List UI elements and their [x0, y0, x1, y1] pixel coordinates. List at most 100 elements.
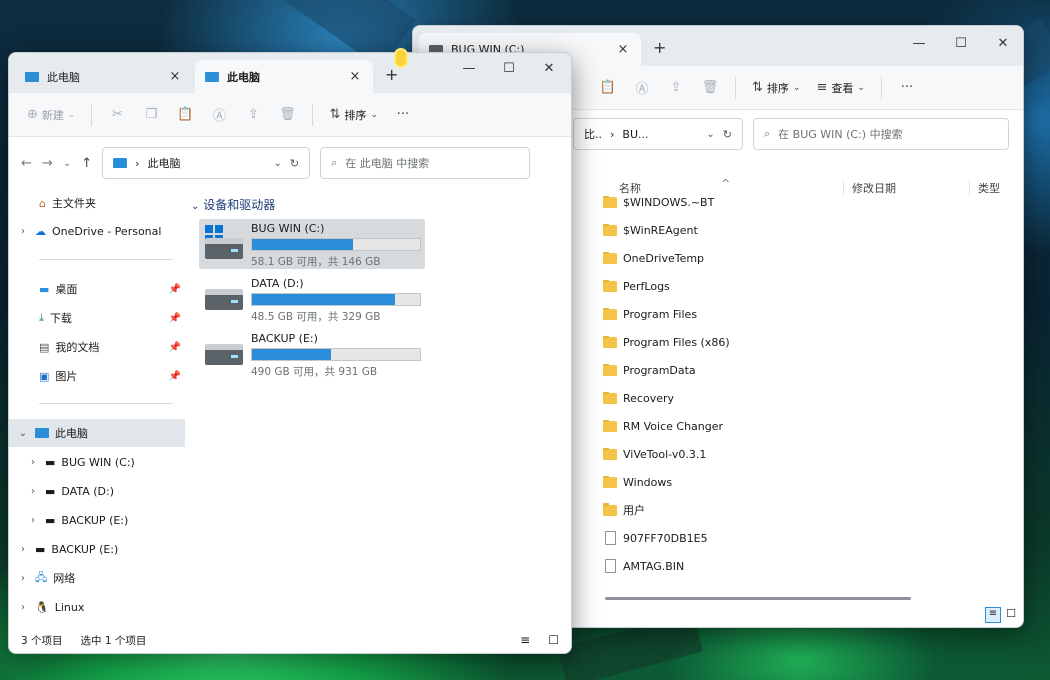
more-button[interactable]: ··· — [388, 100, 418, 130]
more-button[interactable]: ··· — [892, 73, 922, 103]
delete-icon[interactable]: 🗑 — [695, 73, 725, 103]
rename-icon[interactable]: Ⓐ — [204, 100, 234, 130]
file-row[interactable]: $WINDOWS.~BT2022/6/15 19:18文件夹 — [603, 188, 1023, 216]
forward-arrow-icon[interactable]: → — [42, 156, 53, 171]
nav-item-d-drive[interactable]: › ▬ DATA (D:) — [9, 477, 185, 505]
file-row[interactable]: ProgramData2022/9/26 20:52文件夹 — [603, 356, 1023, 384]
file-row[interactable]: RM Voice Changer2022/9/28 10:42文件夹 — [603, 412, 1023, 440]
nav-item-this-pc[interactable]: ⌄ 此电脑 — [9, 419, 185, 447]
explorer-window-this-pc[interactable]: 此电脑 × 此电脑 × + — ☐ ✕ ⊕ 新建 ⌄ ✂ ❐ 📋 Ⓐ ⇪ 🗑 ⇅ 排序… — [8, 52, 572, 654]
maximize-button[interactable]: ☐ — [939, 26, 983, 60]
close-tab-icon[interactable]: × — [615, 42, 631, 57]
pin-icon[interactable]: 📌 — [169, 371, 181, 382]
cloud-icon: ☁ — [35, 224, 46, 238]
horizontal-scrollbar[interactable] — [605, 597, 911, 600]
minimize-button[interactable]: — — [447, 53, 491, 85]
nav-item-e-drive-root[interactable]: › ▬ BACKUP (E:) — [9, 535, 185, 563]
close-window-button[interactable]: ✕ — [527, 53, 571, 85]
up-arrow-icon[interactable]: ↑ — [81, 156, 92, 171]
close-tab-icon[interactable]: × — [347, 69, 363, 84]
nav-item-onedrive[interactable]: › ☁ OneDrive - Personal — [9, 217, 185, 245]
chevron-right-icon[interactable]: › — [27, 457, 39, 468]
tab-label: 此电脑 — [227, 70, 260, 84]
folder-icon — [603, 195, 617, 208]
nav-item-downloads[interactable]: ⤓ 下载 📌 — [9, 304, 185, 332]
chevron-right-icon[interactable]: › — [17, 602, 29, 613]
nav-item-network[interactable]: › 🖧 网络 — [9, 564, 185, 592]
chevron-right-icon[interactable]: › — [27, 515, 39, 526]
section-header-devices[interactable]: ⌄ 设备和驱动器 — [191, 196, 275, 213]
refresh-icon[interactable]: ↻ — [723, 128, 732, 141]
chevron-down-icon[interactable]: ⌄ — [706, 129, 714, 140]
search-placeholder: 在 BUG WIN (C:) 中搜索 — [778, 128, 903, 141]
nav-item-pictures[interactable]: ▣ 图片 📌 — [9, 362, 185, 390]
nav-item-documents[interactable]: ▤ 我的文档 📌 — [9, 333, 185, 361]
view-button[interactable]: ≡ 查看 ⌄ — [810, 73, 870, 103]
sort-button[interactable]: ⇅ 排序 ⌄ — [323, 100, 383, 130]
maximize-button[interactable]: ☐ — [487, 53, 531, 85]
file-row[interactable]: ViVeTool-v0.3.12022/9/29 15:37文件夹 — [603, 440, 1023, 468]
drive-tile-d[interactable]: DATA (D:) 48.5 GB 可用，共 329 GB — [199, 274, 425, 324]
nav-item-home[interactable]: ⌂ 主文件夹 — [9, 189, 185, 217]
paste-icon[interactable]: 📋 — [170, 100, 200, 130]
nav-item-e-drive[interactable]: › ▬ BACKUP (E:) — [9, 506, 185, 534]
nav-item-desktop[interactable]: ▬ 桌面 📌 — [9, 275, 185, 303]
chevron-down-icon[interactable]: ⌄ — [17, 428, 29, 439]
chevron-down-icon: ⌄ — [792, 82, 801, 93]
chevron-right-icon[interactable]: › — [17, 226, 29, 237]
new-tab-button[interactable]: + — [653, 38, 666, 57]
tiles-view-icon[interactable]: ☐ — [1003, 607, 1019, 623]
chevron-right-icon[interactable]: › — [27, 486, 39, 497]
search-box[interactable]: ⌕ 在 BUG WIN (C:) 中搜索 — [753, 118, 1009, 150]
share-icon[interactable]: ⇪ — [238, 100, 268, 130]
file-row[interactable]: 用户2022/6/4 19:22文件夹 — [603, 496, 1023, 524]
file-row[interactable]: AMTAG.BIN2022/6/28 17:13BIN 文件 — [603, 552, 1023, 580]
pin-icon[interactable]: 📌 — [169, 313, 181, 324]
copy-icon[interactable]: ❐ — [136, 100, 166, 130]
nav-item-linux[interactable]: › 🐧 Linux — [9, 593, 185, 621]
new-button[interactable]: ⊕ 新建 ⌄ — [21, 100, 81, 130]
nav-item-c-drive[interactable]: › ▬ BUG WIN (C:) — [9, 448, 185, 476]
file-row[interactable]: 907FF70DB1E52022/6/4 19:37文件 — [603, 524, 1023, 552]
rename-icon[interactable]: Ⓐ — [627, 73, 657, 103]
sort-button[interactable]: ⇅ 排序 ⌄ — [746, 73, 806, 103]
minimize-button[interactable]: — — [897, 26, 941, 60]
back-arrow-icon[interactable]: ← — [21, 156, 32, 171]
paste-icon[interactable]: 📋 — [593, 73, 623, 103]
drive-tile-c[interactable]: BUG WIN (C:) 58.1 GB 可用，共 146 GB — [199, 219, 425, 269]
refresh-icon[interactable]: ↻ — [290, 157, 299, 170]
cut-icon[interactable]: ✂ — [102, 100, 132, 130]
divider — [39, 403, 173, 404]
file-row[interactable]: Program Files (x86)2022/9/30 10:43文件夹 — [603, 328, 1023, 356]
tab-this-pc-2[interactable]: 此电脑 × — [195, 60, 373, 93]
search-box[interactable]: ⌕ 在 此电脑 中搜索 — [320, 147, 531, 179]
tiles-view-icon[interactable]: ☐ — [548, 633, 559, 647]
file-row[interactable]: Windows2022/9/15 1:01文件夹 — [603, 468, 1023, 496]
pin-icon[interactable]: 📌 — [169, 342, 181, 353]
recent-chevron-icon[interactable]: ⌄ — [63, 158, 71, 169]
download-icon: ⤓ — [39, 311, 44, 324]
details-view-icon[interactable]: ≡ — [985, 607, 1001, 623]
details-view-icon[interactable]: ≡ — [520, 633, 530, 647]
pin-icon[interactable]: 📌 — [169, 284, 181, 295]
chevron-down-icon[interactable]: ⌄ — [274, 158, 282, 169]
file-row[interactable]: PerfLogs2022/5/7 13:24文件夹 — [603, 272, 1023, 300]
close-window-button[interactable]: ✕ — [981, 26, 1023, 60]
address-bar[interactable]: › 此电脑 ⌄ ↻ — [102, 147, 311, 179]
view-label: 查看 — [831, 81, 854, 95]
share-icon[interactable]: ⇪ — [661, 73, 691, 103]
delete-icon[interactable]: 🗑 — [272, 100, 302, 130]
file-row[interactable]: $WinREAgent2022/9/14 9:41文件夹 — [603, 216, 1023, 244]
tab-this-pc-1[interactable]: 此电脑 × — [15, 60, 193, 93]
file-row[interactable]: OneDriveTemp2022/6/4 19:27文件夹 — [603, 244, 1023, 272]
search-icon: ⌕ — [331, 156, 338, 169]
new-tab-button[interactable]: + — [385, 65, 398, 84]
close-tab-icon[interactable]: × — [167, 69, 183, 84]
picture-icon: ▣ — [39, 369, 50, 383]
chevron-right-icon[interactable]: › — [17, 573, 29, 584]
file-row[interactable]: Program Files2022/9/26 15:45文件夹 — [603, 300, 1023, 328]
address-bar[interactable]: 比.. › BU... ⌄ ↻ — [573, 118, 743, 150]
chevron-right-icon[interactable]: › — [17, 544, 29, 555]
file-row[interactable]: Recovery2022/6/4 18:55文件夹 — [603, 384, 1023, 412]
drive-tile-e[interactable]: BACKUP (E:) 490 GB 可用，共 931 GB — [199, 329, 425, 379]
